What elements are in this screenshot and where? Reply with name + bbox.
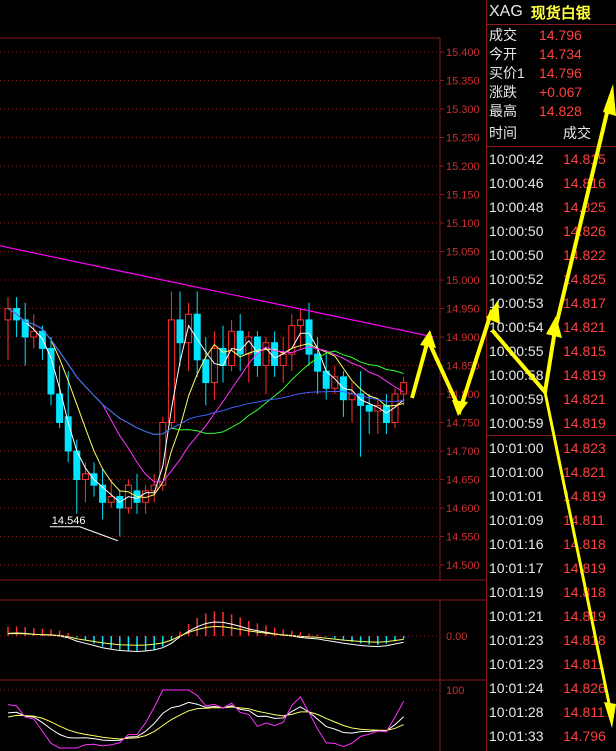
up-arrow-shaft: [553, 99, 612, 331]
down-arrow-shaft: [543, 391, 614, 719]
zigzag-arrow-path: [410, 309, 494, 416]
arrow-head: [603, 84, 616, 116]
arrow-head: [604, 702, 616, 728]
zigzag-arrow-path: [490, 328, 557, 397]
annotation-overlay: [410, 84, 616, 728]
arrow-head: [420, 330, 436, 348]
